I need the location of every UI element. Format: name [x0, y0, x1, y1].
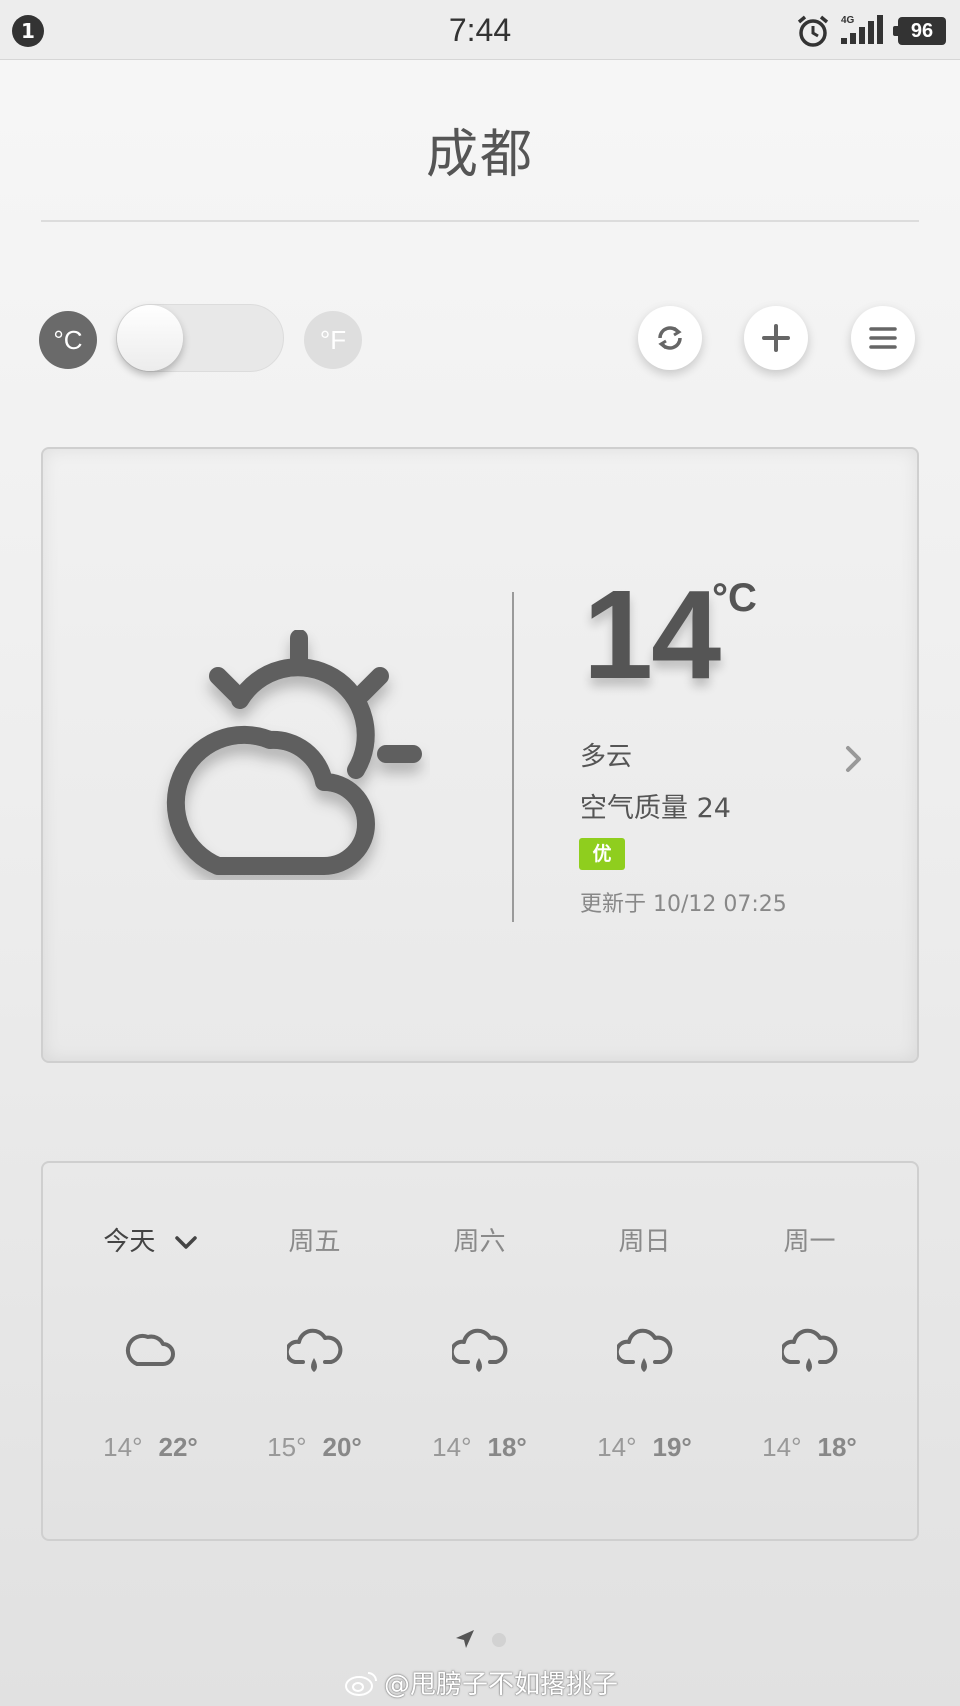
- forecast-high: 18°: [487, 1432, 527, 1462]
- network-label: 4G: [841, 15, 855, 26]
- air-quality: 空气质量 24: [580, 793, 731, 824]
- weibo-icon: [345, 1672, 377, 1696]
- menu-button[interactable]: [851, 306, 915, 370]
- weather-condition: 多云: [580, 742, 633, 772]
- plus-icon: [762, 324, 790, 352]
- forecast-day-label: 周一: [783, 1227, 836, 1257]
- forecast-low: 15°: [267, 1432, 307, 1462]
- add-city-button[interactable]: [744, 306, 808, 370]
- forecast-high: 20°: [322, 1432, 362, 1462]
- aqi-level-badge: 优: [579, 838, 625, 870]
- rain-cloud-icon: [614, 1328, 672, 1372]
- forecast-day-label: 今天: [103, 1227, 156, 1257]
- forecast-low: 14°: [103, 1432, 143, 1462]
- forecast-day[interactable]: 周日 14° 19°: [562, 1222, 727, 1463]
- chevron-down-icon: [174, 1235, 197, 1249]
- forecast-day[interactable]: 周一 14° 18°: [727, 1222, 892, 1463]
- forecast-day[interactable]: 今天 14° 22°: [68, 1222, 233, 1463]
- forecast-high: 22°: [158, 1432, 198, 1462]
- title-divider: [41, 220, 919, 222]
- status-bar: 1 7:44 4G 96: [0, 0, 960, 60]
- forecast-day[interactable]: 周六 14° 18°: [397, 1222, 562, 1463]
- rain-cloud-icon: [284, 1328, 342, 1372]
- forecast-day-label: 周五: [288, 1227, 341, 1257]
- alarm-clock-icon: [797, 15, 829, 47]
- forecast-low: 14°: [432, 1432, 472, 1462]
- update-time: 更新于 10/12 07:25: [580, 892, 787, 917]
- temperature-unit: °C: [712, 576, 757, 620]
- cloud-icon: [125, 1333, 175, 1366]
- signal-4g-icon: 4G: [841, 15, 883, 44]
- forecast-low: 14°: [762, 1432, 802, 1462]
- partly-cloudy-icon: [166, 630, 422, 875]
- rain-cloud-icon: [449, 1328, 507, 1372]
- card-divider: [512, 592, 514, 922]
- unit-toggle-knob[interactable]: [117, 305, 183, 371]
- rain-cloud-icon: [779, 1328, 837, 1372]
- forecast-day-label: 周六: [453, 1227, 506, 1257]
- forecast-day[interactable]: 周五 15° 20°: [232, 1222, 397, 1463]
- forecast-low: 14°: [597, 1432, 637, 1462]
- celsius-button[interactable]: °C: [39, 311, 97, 369]
- forecast-high: 18°: [817, 1432, 857, 1462]
- chevron-right-icon[interactable]: [844, 745, 864, 773]
- city-title[interactable]: 成都: [0, 112, 960, 187]
- menu-icon: [869, 327, 897, 349]
- watermark: @甩膀子不如撂挑子: [384, 1670, 619, 1700]
- current-temperature: 14: [583, 564, 721, 705]
- refresh-icon: [658, 326, 682, 350]
- page-indicator-dot[interactable]: [492, 1633, 506, 1647]
- battery-indicator: 96: [893, 17, 946, 45]
- forecast-day-label: 周日: [618, 1227, 671, 1257]
- refresh-button[interactable]: [638, 306, 702, 370]
- fahrenheit-button[interactable]: °F: [304, 311, 362, 369]
- forecast-high: 19°: [652, 1432, 692, 1462]
- location-arrow-icon[interactable]: [454, 1628, 476, 1650]
- forecast-day-header[interactable]: 今天: [68, 1222, 233, 1262]
